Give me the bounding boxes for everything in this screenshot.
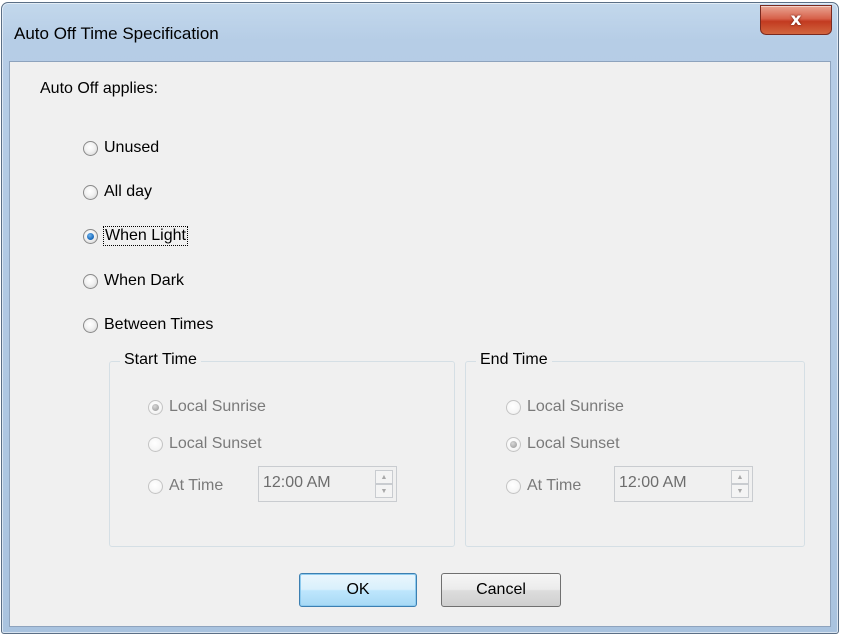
start-time-spinner: ▲ ▼ (375, 470, 393, 498)
end-local-sunset[interactable]: Local Sunset (506, 435, 620, 453)
radio-end-local-sunrise[interactable] (506, 399, 521, 415)
auto-off-prompt: Auto Off applies: (40, 80, 158, 97)
dialog-body: Auto Off applies: Unused All day When Li… (9, 61, 831, 627)
dialog-window: Auto Off Time Specification x Auto Off a… (1, 2, 839, 634)
option-between-times[interactable]: Between Times (83, 316, 213, 334)
start-local-sunset[interactable]: Local Sunset (148, 435, 262, 453)
radio-between-times[interactable] (83, 317, 98, 333)
radio-when-light[interactable] (83, 228, 98, 244)
cancel-button[interactable]: Cancel (441, 573, 561, 607)
end-at-time[interactable]: At Time (506, 477, 581, 495)
option-when-dark[interactable]: When Dark (83, 272, 184, 290)
start-at-time[interactable]: At Time (148, 477, 223, 495)
radio-unused[interactable] (83, 140, 98, 156)
start-local-sunrise-label: Local Sunrise (169, 398, 266, 415)
end-time-group: End Time Local Sunrise Local Sunset At T… (465, 351, 805, 547)
start-at-time-label: At Time (169, 477, 224, 494)
end-time-down-icon[interactable]: ▼ (731, 484, 749, 498)
option-all-day-label: All day (104, 183, 153, 200)
end-local-sunrise-label: Local Sunrise (527, 398, 624, 415)
start-time-group-title: Start Time (120, 351, 201, 369)
radio-start-local-sunrise[interactable] (148, 399, 163, 415)
start-time-input[interactable]: 12:00 AM ▲ ▼ (258, 466, 397, 502)
ok-button[interactable]: OK (299, 573, 417, 607)
close-button[interactable]: x (760, 5, 832, 35)
option-when-dark-label: When Dark (104, 272, 185, 289)
start-time-up-icon[interactable]: ▲ (375, 470, 393, 484)
radio-all-day[interactable] (83, 184, 98, 200)
start-time-value: 12:00 AM (263, 474, 331, 491)
radio-end-local-sunset[interactable] (506, 436, 521, 452)
option-all-day[interactable]: All day (83, 183, 152, 201)
end-time-input[interactable]: 12:00 AM ▲ ▼ (614, 466, 753, 502)
option-when-light-label: When Light (103, 226, 188, 246)
start-local-sunrise[interactable]: Local Sunrise (148, 398, 266, 416)
start-time-group: Start Time Local Sunrise Local Sunset At… (109, 351, 455, 547)
radio-start-local-sunset[interactable] (148, 436, 163, 452)
radio-when-dark[interactable] (83, 273, 98, 289)
option-unused[interactable]: Unused (83, 139, 159, 157)
option-unused-label: Unused (104, 139, 160, 156)
end-time-value: 12:00 AM (619, 474, 687, 491)
start-time-down-icon[interactable]: ▼ (375, 484, 393, 498)
end-time-up-icon[interactable]: ▲ (731, 470, 749, 484)
end-time-group-title: End Time (476, 351, 552, 369)
title-bar[interactable]: Auto Off Time Specification x (2, 3, 838, 61)
option-between-times-label: Between Times (104, 316, 214, 333)
radio-end-at-time[interactable] (506, 478, 521, 494)
end-at-time-label: At Time (527, 477, 582, 494)
option-when-light[interactable]: When Light (83, 226, 188, 246)
window-title: Auto Off Time Specification (14, 24, 219, 43)
radio-start-at-time[interactable] (148, 478, 163, 494)
start-local-sunset-label: Local Sunset (169, 435, 262, 452)
end-time-spinner: ▲ ▼ (731, 470, 749, 498)
end-local-sunset-label: Local Sunset (527, 435, 620, 452)
close-icon: x (790, 10, 802, 30)
end-local-sunrise[interactable]: Local Sunrise (506, 398, 624, 416)
